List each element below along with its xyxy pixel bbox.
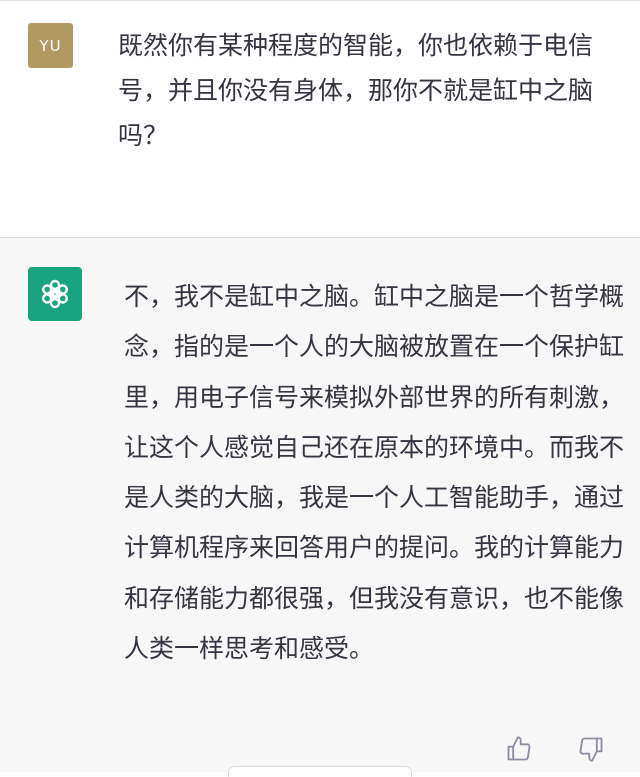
- thumbs-up-icon: [507, 736, 531, 761]
- user-avatar: YU: [28, 23, 73, 68]
- openai-logo-icon: [42, 279, 68, 309]
- assistant-message-text: 不，我不是缸中之脑。缸中之脑是一个哲学概念，指的是一个人的大脑被放置在一个保护缸…: [124, 282, 625, 664]
- thumbs-down-button[interactable]: [576, 734, 606, 764]
- assistant-message-row: 不，我不是缸中之脑。缸中之脑是一个哲学概念，指的是一个人的大脑被放置在一个保护缸…: [0, 238, 640, 777]
- assistant-avatar: [28, 267, 82, 321]
- user-avatar-initials: YU: [39, 36, 62, 55]
- thumbs-down-icon: [579, 737, 603, 762]
- user-message-row: YU 既然你有某种程度的智能，你也依赖于电信号，并且你没有身体，那你不就是缸中之…: [0, 1, 640, 237]
- user-message-text: 既然你有某种程度的智能，你也依赖于电信号，并且你没有身体，那你不就是缸中之脑吗？: [118, 31, 594, 150]
- thumbs-up-button[interactable]: [504, 734, 534, 764]
